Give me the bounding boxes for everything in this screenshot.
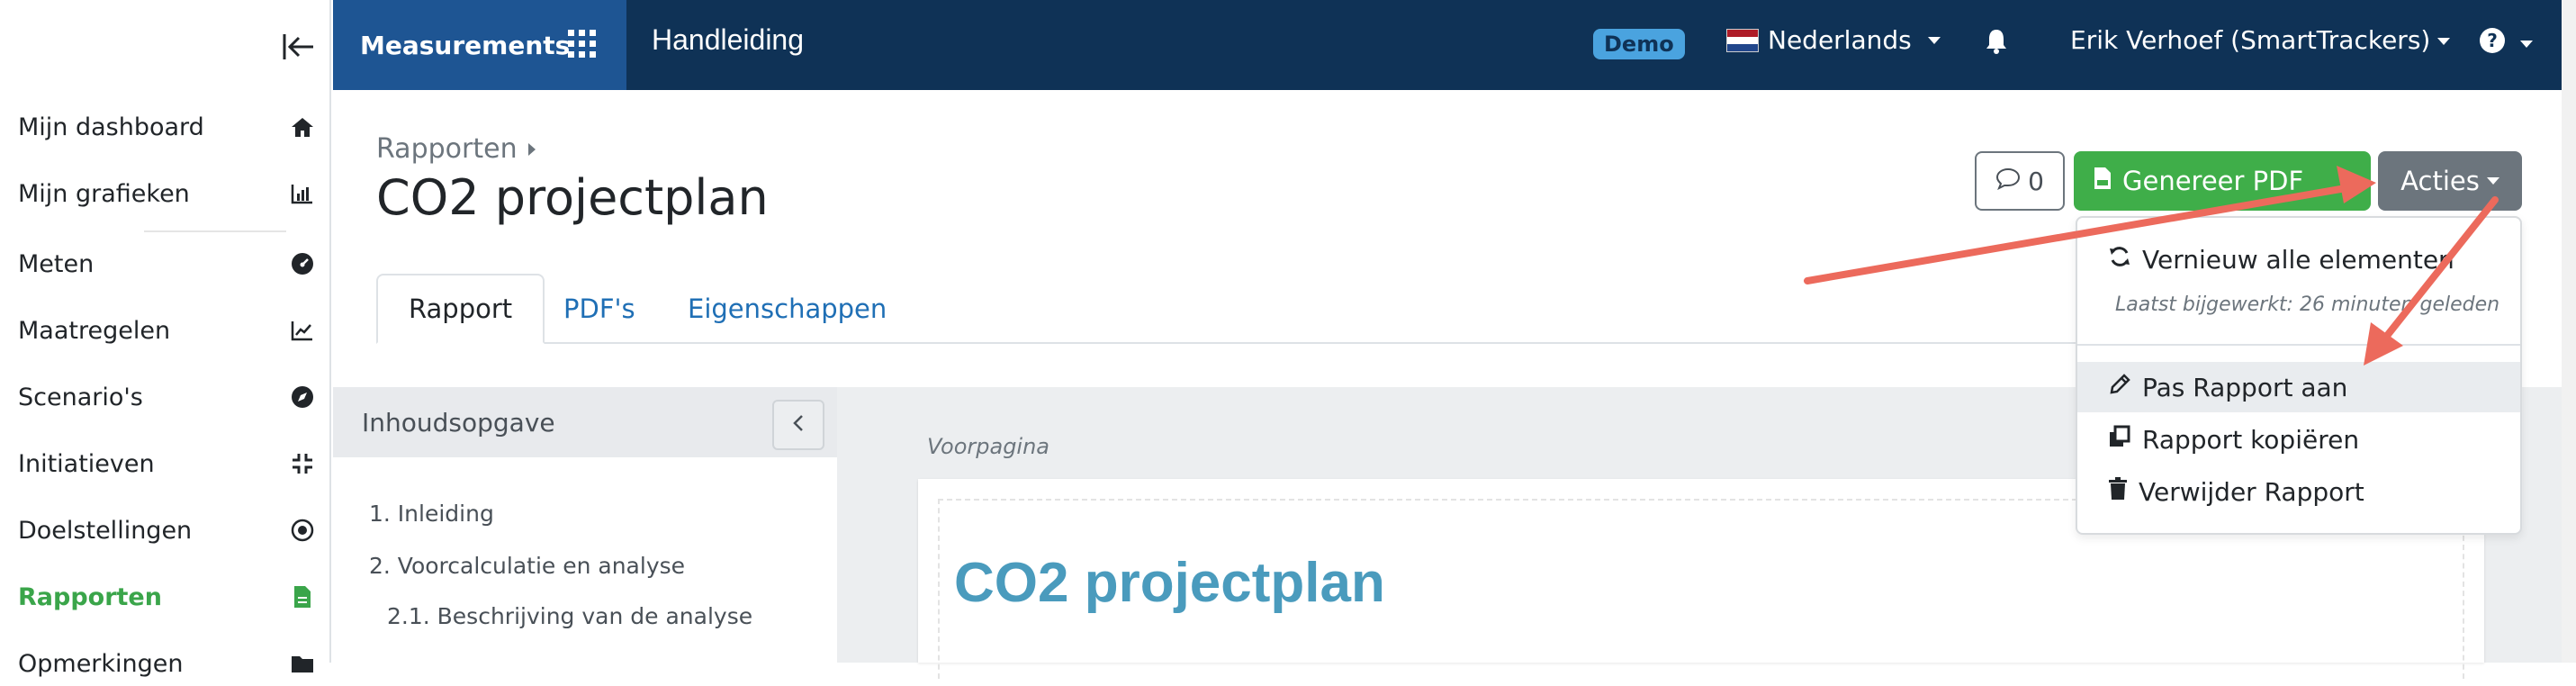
sidebar-item-mijn-dashboard[interactable]: Mijn dashboard <box>18 104 315 149</box>
sidebar-item-label: Mijn dashboard <box>18 113 204 141</box>
bar-chart-icon <box>290 181 315 206</box>
collapse-toc-button[interactable] <box>772 400 824 450</box>
table-of-contents: Inhoudsopgave 1. Inleiding 2. Voorcalcul… <box>333 387 837 663</box>
tab-rapport[interactable]: Rapport <box>376 274 545 344</box>
chevron-left-icon <box>792 413 805 437</box>
sidebar-item-mijn-grafieken[interactable]: Mijn grafieken <box>18 171 315 216</box>
acties-label: Acties <box>2400 166 2480 196</box>
tab-label: Eigenschappen <box>688 293 887 324</box>
demo-badge: Demo <box>1593 29 1685 59</box>
copy-icon <box>2108 425 2131 455</box>
caret-right-icon <box>527 142 536 156</box>
user-name: Erik Verhoef (SmartTrackers) <box>2070 25 2431 55</box>
brand-label: Measurements <box>360 30 571 60</box>
sidebar-item-label: Meten <box>18 249 95 278</box>
comments-count: 0 <box>2028 166 2044 196</box>
home-icon <box>290 114 315 140</box>
toc-item[interactable]: 2.1. Beschrijving van de analyse <box>387 603 752 629</box>
tab-pdfs[interactable]: PDF's <box>533 274 666 344</box>
page-title: CO2 projectplan <box>376 169 769 226</box>
sidebar-item-label: Doelstellingen <box>18 516 193 545</box>
copy-report-item[interactable]: Rapport kopiëren <box>2077 414 2520 465</box>
line-chart-icon <box>290 318 315 343</box>
last-updated-text: Laatst bijgewerkt: 26 minuten geleden <box>2115 293 2500 316</box>
chevron-down-icon <box>2520 40 2533 48</box>
breadcrumb: Rapporten <box>376 133 536 165</box>
acties-dropdown-menu: Vernieuw alle elementen Laatst bijgewerk… <box>2076 216 2522 535</box>
delete-report-label: Verwijder Rapport <box>2139 476 2364 507</box>
chevron-down-icon <box>1927 36 1941 44</box>
dropdown-divider <box>2077 344 2520 346</box>
breadcrumb-rapporten[interactable]: Rapporten <box>376 133 518 165</box>
section-label: Voorpagina <box>927 434 1050 459</box>
sidebar-item-initiatieven[interactable]: Initiatieven <box>18 441 315 486</box>
comments-button[interactable]: 0 <box>1975 151 2065 211</box>
acties-dropdown-button[interactable]: Acties <box>2378 151 2522 211</box>
sidebar-item-label: Maatregelen <box>18 316 171 345</box>
target-icon <box>290 518 315 543</box>
handleiding-link[interactable]: Handleiding <box>652 23 804 57</box>
sidebar-item-rapporten[interactable]: Rapporten <box>18 574 315 619</box>
app-switcher-button[interactable]: Measurements <box>333 0 626 90</box>
sidebar-item-maatregelen[interactable]: Maatregelen <box>18 308 315 353</box>
refresh-all-elements-item[interactable]: Vernieuw alle elementen <box>2077 234 2520 284</box>
sidebar-divider <box>144 230 286 232</box>
sidebar: Mijn dashboard Mijn grafieken Meten Maat… <box>0 0 331 678</box>
svg-text:?: ? <box>2487 30 2498 51</box>
generate-pdf-label: Genereer PDF <box>2122 166 2304 196</box>
edit-report-item[interactable]: Pas Rapport aan <box>2077 362 2520 412</box>
report-page-title: CO2 projectplan <box>954 552 1385 614</box>
sidebar-item-opmerkingen[interactable]: Opmerkingen <box>18 641 315 686</box>
refresh-label: Vernieuw alle elementen <box>2142 244 2454 275</box>
collapse-sidebar-icon[interactable] <box>281 31 317 63</box>
top-navbar: Measurements Handleiding Demo Nederlands… <box>333 0 2576 90</box>
refresh-icon <box>2108 245 2131 275</box>
language-label: Nederlands <box>1768 25 1912 55</box>
dutch-flag-icon <box>1726 28 1759 52</box>
sidebar-item-label: Rapporten <box>18 582 162 611</box>
sidebar-item-doelstellingen[interactable]: Doelstellingen <box>18 508 315 553</box>
apps-grid-icon <box>567 29 598 59</box>
generate-pdf-button[interactable]: Genereer PDF <box>2074 151 2371 211</box>
user-menu-dropdown[interactable]: Erik Verhoef (SmartTrackers) <box>2070 25 2451 55</box>
compress-icon <box>290 451 315 476</box>
sidebar-item-label: Mijn grafieken <box>18 179 190 208</box>
file-icon <box>290 584 315 609</box>
gauge-icon <box>290 251 315 276</box>
chevron-down-icon <box>2486 177 2499 185</box>
language-dropdown[interactable]: Nederlands <box>1726 25 1941 55</box>
sidebar-item-meten[interactable]: Meten <box>18 241 315 286</box>
edit-report-label: Pas Rapport aan <box>2142 372 2348 402</box>
tab-label: PDF's <box>563 293 635 324</box>
file-pdf-icon <box>2094 166 2112 196</box>
comment-icon <box>1995 167 2021 196</box>
pencil-icon <box>2108 373 2131 402</box>
toc-item[interactable]: 2. Voorcalculatie en analyse <box>369 553 685 579</box>
help-dropdown[interactable]: ? <box>2479 27 2533 60</box>
tab-label: Rapport <box>409 293 513 324</box>
chevron-down-icon <box>2437 38 2451 45</box>
sidebar-item-scenarios[interactable]: Scenario's <box>18 375 315 420</box>
sidebar-item-label: Initiatieven <box>18 449 155 478</box>
toc-item[interactable]: 1. Inleiding <box>369 501 494 527</box>
toc-heading: Inhoudsopgave <box>362 407 555 438</box>
trash-icon <box>2108 476 2128 507</box>
toc-header: Inhoudsopgave <box>333 387 837 457</box>
folder-icon <box>290 651 315 676</box>
scrollbar[interactable] <box>2562 0 2576 663</box>
sidebar-item-label: Opmerkingen <box>18 649 184 678</box>
question-circle-icon: ? <box>2479 27 2506 60</box>
copy-report-label: Rapport kopiëren <box>2142 424 2360 455</box>
compass-icon <box>290 384 315 410</box>
notification-bell-icon[interactable] <box>1984 27 2013 58</box>
delete-report-item[interactable]: Verwijder Rapport <box>2077 466 2520 517</box>
tab-eigenschappen[interactable]: Eigenschappen <box>657 274 917 344</box>
sidebar-item-label: Scenario's <box>18 383 143 411</box>
